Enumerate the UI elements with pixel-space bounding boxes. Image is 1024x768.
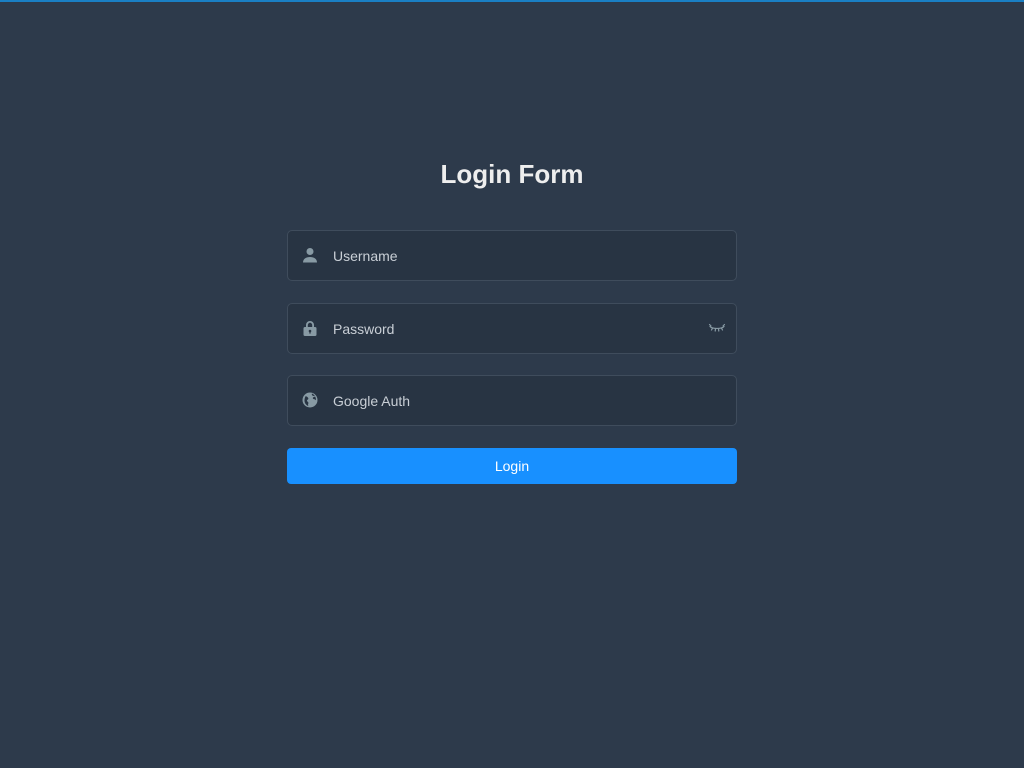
google-auth-field (287, 375, 737, 426)
page-title: Login Form (440, 159, 584, 189)
lock-icon (302, 320, 320, 338)
username-field (287, 230, 737, 281)
eye-closed-icon[interactable] (708, 320, 726, 336)
login-container: Login Form Username Google Auth Login (0, 0, 1024, 768)
user-icon (302, 247, 320, 265)
google-auth-input[interactable] (333, 376, 693, 425)
username-input[interactable] (333, 231, 693, 280)
password-field (287, 303, 737, 354)
login-button[interactable]: Login (287, 448, 737, 484)
globe-icon (302, 392, 320, 410)
password-input[interactable] (333, 304, 693, 353)
